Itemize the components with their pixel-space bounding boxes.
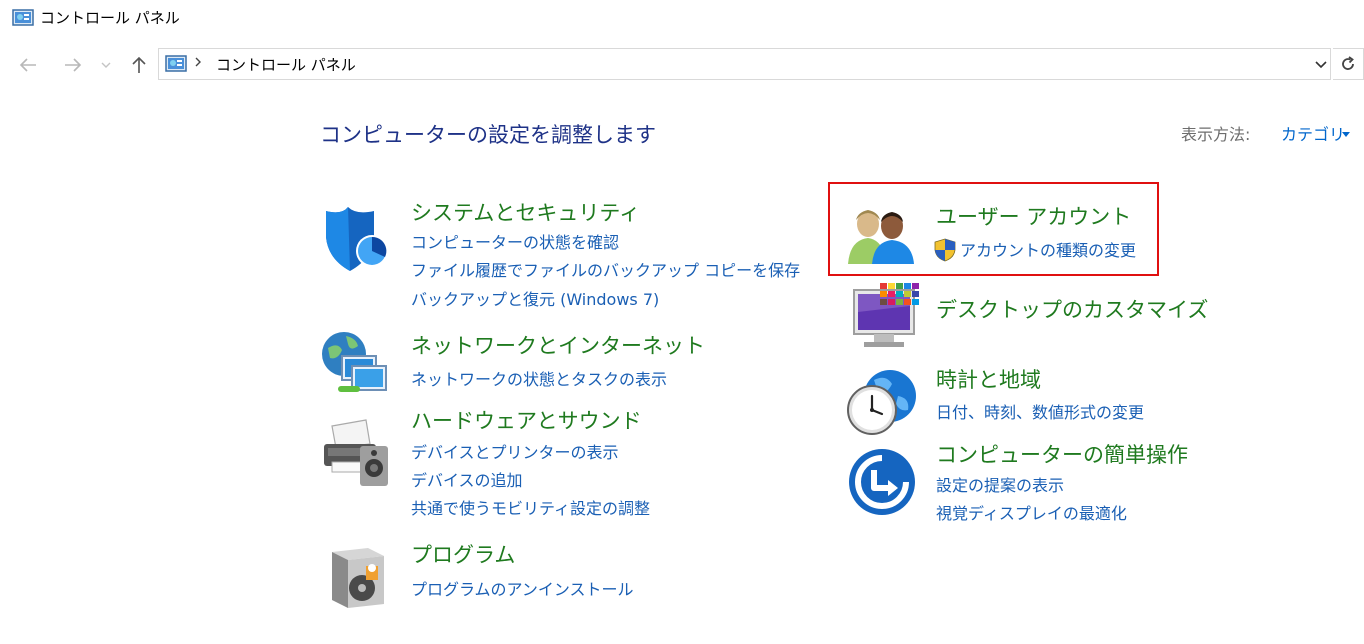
link-devices-printers[interactable]: デバイスとプリンターの表示 [411,442,619,464]
link-suggested-settings[interactable]: 設定の提案の表示 [936,475,1064,497]
breadcrumb-chevron-icon[interactable] [194,55,202,73]
link-check-computer-status[interactable]: コンピューターの状態を確認 [411,232,619,254]
category-ease-of-access[interactable]: コンピューターの簡単操作 [936,441,1188,469]
refresh-button[interactable] [1333,48,1364,80]
window-title: コントロール パネル [40,9,180,27]
clock-globe-icon[interactable] [846,366,918,442]
category-clock-region[interactable]: 時計と地域 [936,366,1041,394]
programs-box-icon[interactable] [328,546,388,614]
category-hardware-sound[interactable]: ハードウェアとサウンド [411,407,642,435]
category-user-accounts[interactable]: ユーザー アカウント [936,203,1131,231]
uac-shield-icon [934,238,956,266]
desktop-monitor-palette-icon[interactable] [850,282,922,356]
control-panel-icon [165,55,187,73]
link-mobility-settings[interactable]: 共通で使うモビリティ設定の調整 [411,498,650,520]
category-system-security[interactable]: システムとセキュリティ [411,199,640,227]
link-change-account-type[interactable]: アカウントの種類の変更 [960,240,1136,262]
back-arrow-icon[interactable] [17,54,39,76]
link-uninstall-program[interactable]: プログラムのアンインストール [411,579,634,601]
link-optimize-visual-display[interactable]: 視覚ディスプレイの最適化 [936,503,1127,525]
network-globe-icon[interactable] [320,330,390,404]
control-panel-icon [12,8,34,28]
view-by-dropdown[interactable]: カテゴリ [1281,124,1345,146]
breadcrumb-item[interactable]: コントロール パネル [216,55,356,75]
user-accounts-icon[interactable] [846,206,918,270]
category-network-internet[interactable]: ネットワークとインターネット [411,332,705,360]
up-arrow-icon[interactable] [128,54,150,76]
recent-locations-chevron-icon[interactable] [99,54,113,76]
link-file-history-backup[interactable]: ファイル履歴でファイルのバックアップ コピーを保存 [411,260,800,282]
shield-icon[interactable] [322,205,390,277]
view-by-dropdown-arrow-icon[interactable] [1342,132,1350,137]
link-network-status-tasks[interactable]: ネットワークの状態とタスクの表示 [411,369,667,391]
ease-of-access-icon[interactable] [848,448,916,520]
view-by-label: 表示方法: [1181,125,1251,144]
link-date-time-number-format[interactable]: 日付、時刻、数値形式の変更 [936,402,1144,424]
address-bar[interactable]: コントロール パネル [158,48,1331,80]
link-add-device[interactable]: デバイスの追加 [411,470,523,492]
printer-speaker-icon[interactable] [322,418,392,492]
category-desktop-customization[interactable]: デスクトップのカスタマイズ [936,296,1208,324]
category-programs[interactable]: プログラム [411,541,515,569]
address-dropdown-icon[interactable] [1313,56,1329,72]
refresh-icon [1342,56,1354,70]
page-heading: コンピューターの設定を調整します [320,123,656,147]
forward-arrow-icon[interactable] [62,54,84,76]
link-backup-restore[interactable]: バックアップと復元 (Windows 7) [411,289,659,311]
title-bar: コントロール パネル [0,0,1364,38]
